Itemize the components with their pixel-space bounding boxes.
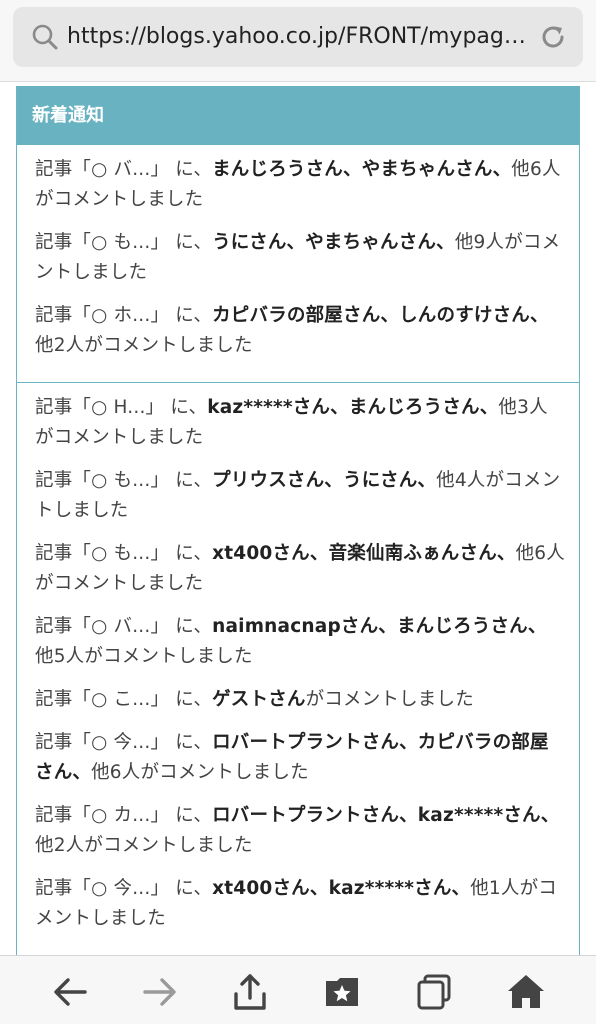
notification-item[interactable]: 記事「○ も...」 に、プリウスさん、うにさん、他4人がコメントしました <box>35 466 565 526</box>
panel-title: 新着通知 <box>17 86 579 145</box>
notification-article-ref: 記事「○ こ...」 に、 <box>35 689 213 710</box>
notification-commenter-names: うにさん、やまちゃんさん、 <box>212 232 455 253</box>
notification-commenter-names: xt400さん、kaz*****さん、 <box>212 878 471 899</box>
notification-article-ref: 記事「○ 今...」 に、 <box>35 878 213 899</box>
notification-group: 記事「○ バ...」 に、まんじろうさん、やまちゃんさん、他6人がコメントしまし… <box>17 145 579 383</box>
notification-comment-suffix: 他2人がコメントしました <box>35 335 253 356</box>
url-text[interactable]: https://blogs.yahoo.co.jp/FRONT/mypag… <box>67 21 537 53</box>
notification-panel: 新着通知 記事「○ バ...」 に、まんじろうさん、やまちゃんさん、他6人がコメ… <box>16 86 580 966</box>
notification-commenter-names: naimnacnapさん、まんじろうさん、 <box>212 616 547 637</box>
notification-commenter-names: ロバートプラントさん、kaz*****さん、 <box>212 805 560 826</box>
notification-article-ref: 記事「○ ホ...」 に、 <box>35 305 213 326</box>
notification-item[interactable]: 記事「○ ホ...」 に、カピバラの部屋さん、しんのすけさん、他2人がコメントし… <box>35 301 565 361</box>
address-bar[interactable]: https://blogs.yahoo.co.jp/FRONT/mypag… <box>13 7 583 67</box>
notification-article-ref: 記事「○ 今...」 に、 <box>35 732 213 753</box>
notification-item[interactable]: 記事「○ 今...」 に、xt400さん、kaz*****さん、他1人がコメント… <box>35 874 565 934</box>
notification-group: 記事「○ H...」 に、kaz*****さん、まんじろうさん、他3人がコメント… <box>17 383 579 955</box>
tabs-icon[interactable] <box>414 972 454 1012</box>
notification-article-ref: 記事「○ も...」 に、 <box>35 543 213 564</box>
notification-comment-suffix: がコメントしました <box>305 689 474 710</box>
share-icon[interactable] <box>230 972 270 1012</box>
reload-icon[interactable] <box>537 21 569 53</box>
notification-item[interactable]: 記事「○ カ...」 に、ロバートプラントさん、kaz*****さん、他2人がコ… <box>35 801 565 861</box>
browser-top-bar: https://blogs.yahoo.co.jp/FRONT/mypag… <box>0 0 596 82</box>
notification-item[interactable]: 記事「○ バ...」 に、まんじろうさん、やまちゃんさん、他6人がコメントしまし… <box>35 155 565 215</box>
notification-commenter-names: xt400さん、音楽仙南ふぁんさん、 <box>212 543 516 564</box>
notification-item[interactable]: 記事「○ バ...」 に、naimnacnapさん、まんじろうさん、他5人がコメ… <box>35 612 565 672</box>
notification-commenter-names: カピバラの部屋さん、しんのすけさん、 <box>212 305 549 326</box>
notification-article-ref: 記事「○ カ...」 に、 <box>35 805 213 826</box>
back-icon[interactable] <box>50 972 90 1012</box>
notification-commenter-names: kaz*****さん、まんじろうさん、 <box>207 397 499 418</box>
notification-article-ref: 記事「○ H...」 に、 <box>35 397 208 418</box>
notification-item[interactable]: 記事「○ こ...」 に、ゲストさんがコメントしました <box>35 685 565 715</box>
notification-item[interactable]: 記事「○ も...」 に、うにさん、やまちゃんさん、他9人がコメントしました <box>35 228 565 288</box>
notification-article-ref: 記事「○ バ...」 に、 <box>35 159 213 180</box>
notification-commenter-names: ゲストさん <box>212 689 306 710</box>
notification-commenter-names: プリウスさん、うにさん、 <box>212 470 437 491</box>
notification-item[interactable]: 記事「○ も...」 に、xt400さん、音楽仙南ふぁんさん、他6人がコメントし… <box>35 539 565 599</box>
notification-article-ref: 記事「○ も...」 に、 <box>35 232 213 253</box>
bookmarks-icon[interactable] <box>322 972 362 1012</box>
notification-item[interactable]: 記事「○ 今...」 に、ロバートプラントさん、カピバラの部屋さん、他6人がコメ… <box>35 728 565 788</box>
notification-commenter-names: まんじろうさん、やまちゃんさん、 <box>212 159 512 180</box>
notification-comment-suffix: 他2人がコメントしました <box>35 835 253 856</box>
notification-comment-suffix: 他5人がコメントしました <box>35 646 253 667</box>
browser-page: https://blogs.yahoo.co.jp/FRONT/mypag… 新… <box>0 0 596 1024</box>
notification-item[interactable]: 記事「○ H...」 に、kaz*****さん、まんじろうさん、他3人がコメント… <box>35 393 565 453</box>
browser-bottom-toolbar <box>0 955 596 1024</box>
home-icon[interactable] <box>506 972 546 1012</box>
notification-article-ref: 記事「○ バ...」 に、 <box>35 616 213 637</box>
notification-comment-suffix: 他6人がコメントしました <box>91 762 309 783</box>
notification-groups: 記事「○ バ...」 に、まんじろうさん、やまちゃんさん、他6人がコメントしまし… <box>17 145 579 955</box>
notification-article-ref: 記事「○ も...」 に、 <box>35 470 213 491</box>
forward-icon[interactable] <box>140 972 180 1012</box>
search-icon <box>31 23 59 51</box>
